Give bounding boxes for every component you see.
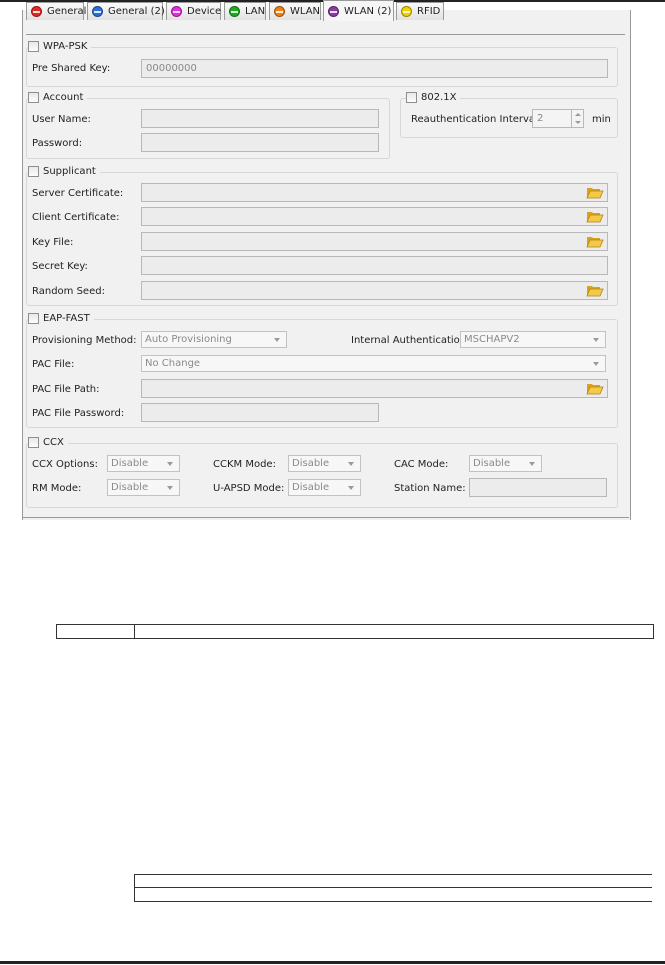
orange-circle-icon (274, 6, 285, 17)
password-label: Password: (32, 138, 83, 149)
reauth-interval-spinner[interactable] (571, 109, 584, 128)
reauth-unit: min (592, 114, 611, 125)
ccx-checkbox[interactable] (28, 437, 39, 448)
pac-file-path-input[interactable] (141, 379, 608, 398)
reauth-interval-input[interactable]: 2 (532, 109, 572, 128)
ccx-options-select[interactable]: Disable (107, 455, 180, 472)
dropdown-arrow-icon (593, 338, 599, 342)
tab-general[interactable]: General (26, 2, 86, 20)
account-checkbox[interactable] (28, 92, 39, 103)
dropdown-arrow-icon (274, 338, 280, 342)
provisioning-method-select[interactable]: Auto Provisioning (141, 331, 287, 348)
supplicant-header: Supplicant (28, 166, 100, 177)
cac-mode-select[interactable]: Disable (469, 455, 542, 472)
folder-open-icon[interactable] (586, 381, 604, 395)
rm-mode-label: RM Mode: (32, 483, 82, 494)
wpa-psk-header: WPA-PSK (28, 41, 92, 52)
tab-general-2[interactable]: General (2) (87, 2, 165, 20)
tab-device[interactable]: Device (166, 2, 221, 20)
red-circle-icon (31, 6, 42, 17)
pac-file-select[interactable]: No Change (141, 355, 606, 372)
tab-wlan[interactable]: WLAN (269, 2, 321, 20)
folder-open-icon[interactable] (586, 234, 604, 248)
cac-mode-label: CAC Mode: (394, 459, 449, 470)
divider (134, 901, 652, 902)
account-header: Account (28, 92, 88, 103)
dropdown-arrow-icon (529, 462, 535, 466)
blue-circle-icon (92, 6, 103, 17)
key-file-input[interactable] (141, 232, 608, 251)
dropdown-arrow-icon (593, 362, 599, 366)
uapsd-mode-select[interactable]: Disable (288, 479, 361, 496)
station-name-input[interactable] (469, 478, 607, 497)
dropdown-arrow-icon (348, 462, 354, 466)
secret-key-label: Secret Key: (32, 261, 88, 272)
supplicant-checkbox[interactable] (28, 166, 39, 177)
ccx-group (26, 443, 618, 508)
station-name-label: Station Name: (394, 483, 466, 494)
server-certificate-label: Server Certificate: (32, 188, 124, 199)
dropdown-arrow-icon (167, 462, 173, 466)
table-cell-divider (134, 625, 135, 638)
tab-strip-border (26, 34, 625, 35)
eap-fast-header: EAP-FAST (28, 313, 94, 324)
divider (134, 874, 652, 875)
cckm-mode-select[interactable]: Disable (288, 455, 361, 472)
bottom-rule (0, 961, 665, 964)
random-seed-label: Random Seed: (32, 286, 105, 297)
tab-lan[interactable]: LAN (224, 2, 266, 20)
divider (134, 874, 135, 902)
magenta-circle-icon (171, 6, 182, 17)
pac-file-path-label: PAC File Path: (32, 384, 100, 395)
purple-circle-icon (328, 5, 339, 17)
dropdown-arrow-icon (167, 486, 173, 490)
rm-mode-select[interactable]: Disable (107, 479, 180, 496)
pac-file-label: PAC File: (32, 359, 75, 370)
secret-key-input[interactable] (141, 256, 608, 275)
folder-open-icon[interactable] (586, 185, 604, 199)
key-file-label: Key File: (32, 237, 74, 248)
internal-authentication-label: Internal Authentication: (351, 335, 470, 346)
pre-shared-key-input[interactable]: 00000000 (141, 59, 608, 78)
folder-open-icon[interactable] (586, 209, 604, 223)
dot1x-header: 802.1X (406, 92, 461, 103)
folder-open-icon[interactable] (586, 283, 604, 297)
provisioning-method-label: Provisioning Method: (32, 335, 137, 346)
pre-shared-key-label: Pre Shared Key: (32, 63, 111, 74)
tab-wlan-2[interactable]: WLAN (2) (323, 0, 394, 21)
wpa-psk-checkbox[interactable] (28, 41, 39, 52)
spin-down-icon[interactable] (575, 121, 581, 124)
dropdown-arrow-icon (348, 486, 354, 490)
table-row (56, 624, 654, 639)
uapsd-mode-label: U-APSD Mode: (213, 483, 285, 494)
client-certificate-label: Client Certificate: (32, 212, 120, 223)
server-certificate-input[interactable] (141, 183, 608, 202)
green-circle-icon (229, 6, 240, 17)
dot1x-checkbox[interactable] (406, 92, 417, 103)
cckm-mode-label: CCKM Mode: (213, 459, 276, 470)
random-seed-input[interactable] (141, 281, 608, 300)
internal-authentication-select[interactable]: MSCHAPV2 (460, 331, 606, 348)
ccx-header: CCX (28, 437, 68, 448)
password-input[interactable] (141, 133, 379, 152)
reauth-interval-label: Reauthentication Interval: (411, 114, 542, 125)
pac-file-password-label: PAC File Password: (32, 408, 125, 419)
yellow-circle-icon (401, 6, 412, 17)
eap-fast-checkbox[interactable] (28, 313, 39, 324)
user-name-label: User Name: (32, 114, 91, 125)
pac-file-password-input[interactable] (141, 403, 379, 422)
spin-up-icon[interactable] (575, 113, 581, 116)
user-name-input[interactable] (141, 109, 379, 128)
client-certificate-input[interactable] (141, 207, 608, 226)
tab-rfid[interactable]: RFID (396, 2, 444, 20)
panel-bottom-border (22, 517, 629, 518)
divider (134, 887, 652, 888)
ccx-options-label: CCX Options: (32, 459, 98, 470)
